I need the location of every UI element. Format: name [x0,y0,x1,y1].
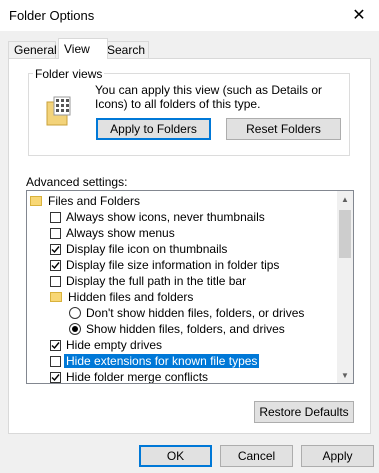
close-icon: ✕ [352,7,366,24]
apply-to-folders-button[interactable]: Apply to Folders [96,118,211,140]
checkmark-icon [51,341,60,349]
checkbox[interactable] [50,371,61,383]
list-item-display-full-path[interactable]: Display the full path in the title bar [50,273,246,289]
scroll-up-icon[interactable]: ▲ [337,191,353,207]
list-item-files-and-folders[interactable]: Files and Folders [30,193,140,209]
folder-views-label: Folder views [33,67,105,81]
checkbox[interactable] [50,227,61,239]
restore-defaults-button[interactable]: Restore Defaults [254,401,354,423]
checkmark-icon [51,373,60,381]
advanced-settings-label: Advanced settings: [26,175,128,189]
list-item-label: Files and Folders [48,194,141,208]
reset-folders-button[interactable]: Reset Folders [226,118,341,140]
list-item-label: Display the full path in the title bar [66,274,247,288]
radio-button[interactable] [69,323,81,335]
list-item-show-hidden[interactable]: Show hidden files, folders, and drives [69,321,285,337]
radio-dot-icon [72,326,78,332]
list-item-label: Always show icons, never thumbnails [66,210,265,224]
list-item-always-show-icons[interactable]: Always show icons, never thumbnails [50,209,265,225]
tab-search[interactable]: Search [101,41,149,58]
apply-button[interactable]: Apply [301,445,374,467]
list-item-always-show-menus[interactable]: Always show menus [50,225,175,241]
checkbox[interactable] [50,275,61,287]
list-item-display-file-icon[interactable]: Display file icon on thumbnails [50,241,227,257]
folder-views-description: You can apply this view (such as Details… [95,83,323,111]
checkbox[interactable] [50,259,61,271]
tab-view[interactable]: View [58,38,108,59]
list-item-label: Hidden files and folders [68,290,194,304]
list-item-dont-show-hidden[interactable]: Don't show hidden files, folders, or dri… [69,305,304,321]
list-item-display-file-size[interactable]: Display file size information in folder … [50,257,279,273]
list-item-hide-empty-drives[interactable]: Hide empty drives [50,337,162,353]
folder-views-icon [46,96,72,126]
vertical-scrollbar[interactable]: ▲ ▼ [337,191,353,383]
title-bar: Folder Options ✕ [0,0,379,31]
ok-button[interactable]: OK [139,445,212,467]
checkmark-icon [51,261,60,269]
advanced-settings-list[interactable]: Files and Folders Always show icons, nev… [26,190,354,384]
tab-general[interactable]: General [8,41,57,58]
cancel-button[interactable]: Cancel [220,445,293,467]
list-item-label: Hide empty drives [66,338,163,352]
list-item-label: Always show menus [66,226,175,240]
scroll-down-icon[interactable]: ▼ [337,367,353,383]
list-item-hidden-files-and-folders[interactable]: Hidden files and folders [50,289,193,305]
checkmark-icon [51,245,60,253]
list-item-label-selected: Hide extensions for known file types [64,354,260,368]
list-item-label: Display file icon on thumbnails [66,242,228,256]
folder-icon [50,292,62,302]
list-item-hide-extensions[interactable]: Hide extensions for known file types [50,353,260,369]
checkbox[interactable] [50,355,61,367]
checkbox[interactable] [50,243,61,255]
list-item-label: Don't show hidden files, folders, or dri… [86,306,305,320]
checkbox[interactable] [50,211,61,223]
radio-button[interactable] [69,307,81,319]
list-item-hide-merge-conflicts[interactable]: Hide folder merge conflicts [50,369,209,384]
list-item-label: Display file size information in folder … [66,258,280,272]
checkbox[interactable] [50,339,61,351]
window-title: Folder Options [9,8,95,23]
close-button[interactable]: ✕ [345,3,373,27]
scroll-thumb[interactable] [339,210,351,258]
folder-icon [30,196,42,206]
list-item-label: Hide folder merge conflicts [66,370,209,384]
list-item-label: Show hidden files, folders, and drives [86,322,285,336]
